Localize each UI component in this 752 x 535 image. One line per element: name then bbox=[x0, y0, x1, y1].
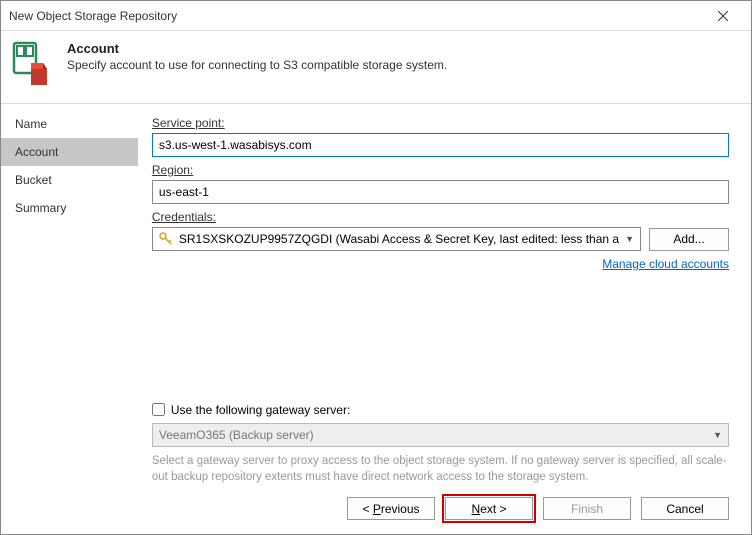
gateway-checkbox[interactable] bbox=[152, 403, 165, 416]
manage-accounts-link[interactable]: Manage cloud accounts bbox=[152, 257, 729, 271]
window-title: New Object Storage Repository bbox=[9, 9, 703, 23]
chevron-down-icon: ▼ bbox=[713, 430, 722, 440]
service-point-input[interactable] bbox=[152, 133, 729, 157]
credentials-dropdown[interactable]: SR1SXSKOZUP9957ZQGDI (Wasabi Access & Se… bbox=[152, 227, 641, 251]
header-title: Account bbox=[67, 41, 447, 56]
credentials-label: Credentials: bbox=[152, 210, 729, 224]
header: Account Specify account to use for conne… bbox=[1, 31, 751, 104]
close-icon bbox=[718, 11, 728, 21]
add-credentials-button[interactable]: Add... bbox=[649, 228, 729, 251]
gateway-server-value: VeeamO365 (Backup server) bbox=[159, 428, 314, 442]
key-icon bbox=[159, 232, 173, 246]
nav-item-name[interactable]: Name bbox=[1, 110, 138, 138]
gateway-checkbox-label: Use the following gateway server: bbox=[171, 403, 350, 417]
footer: < Previous Next > Finish Cancel bbox=[1, 485, 751, 534]
region-input[interactable] bbox=[152, 180, 729, 204]
body: Name Account Bucket Summary Service poin… bbox=[1, 104, 751, 485]
repository-icon bbox=[11, 41, 53, 89]
nav-item-account[interactable]: Account bbox=[1, 138, 138, 166]
chevron-down-icon: ▼ bbox=[625, 234, 634, 244]
header-text: Account Specify account to use for conne… bbox=[67, 41, 447, 89]
finish-button: Finish bbox=[543, 497, 631, 520]
wizard-nav: Name Account Bucket Summary bbox=[1, 104, 138, 485]
gateway-checkbox-row[interactable]: Use the following gateway server: bbox=[152, 403, 729, 417]
header-subtitle: Specify account to use for connecting to… bbox=[67, 58, 447, 72]
gateway-hint: Select a gateway server to proxy access … bbox=[152, 453, 729, 485]
previous-button[interactable]: < Previous bbox=[347, 497, 435, 520]
gateway-server-dropdown: VeeamO365 (Backup server) ▼ bbox=[152, 423, 729, 447]
close-button[interactable] bbox=[703, 2, 743, 30]
credentials-value: SR1SXSKOZUP9957ZQGDI (Wasabi Access & Se… bbox=[179, 232, 619, 246]
next-button[interactable]: Next > bbox=[445, 497, 533, 520]
region-label: Region: bbox=[152, 163, 729, 177]
cancel-button[interactable]: Cancel bbox=[641, 497, 729, 520]
nav-item-summary[interactable]: Summary bbox=[1, 194, 138, 222]
nav-item-bucket[interactable]: Bucket bbox=[1, 166, 138, 194]
content: Service point: Region: Credentials: SR1S… bbox=[138, 104, 751, 485]
service-point-label: Service point: bbox=[152, 116, 729, 130]
titlebar: New Object Storage Repository bbox=[1, 1, 751, 31]
